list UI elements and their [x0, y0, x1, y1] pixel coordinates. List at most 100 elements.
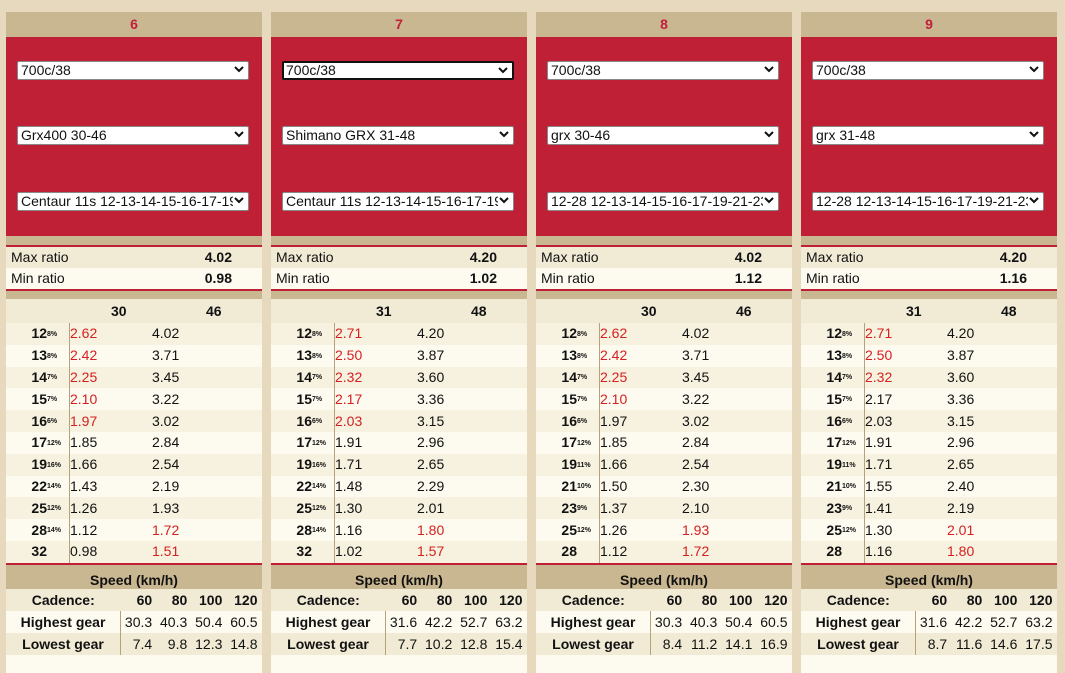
divider	[801, 236, 1057, 245]
ratio-large-ring: 4.20	[417, 325, 445, 342]
ratio-small-ring: 1.66	[600, 456, 628, 473]
table-row: 19 11% 1.71 2.65	[801, 453, 1057, 476]
table-row: Cadence: 60 80 100 120	[6, 588, 262, 611]
chainset-select[interactable]: Grx400 30-46	[17, 126, 249, 145]
chevron-down-icon	[1029, 131, 1039, 138]
step-percent: 12%	[577, 431, 600, 454]
ratio-large-ring: 3.36	[417, 390, 445, 407]
cassette-select[interactable]: 12-28 12-13-14-15-16-17-19-21-23-25-28	[812, 192, 1044, 211]
step-percent: 14%	[47, 475, 70, 498]
min-ratio-label: Min ratio	[541, 270, 595, 286]
ratio-small-ring: 1.30	[865, 521, 893, 538]
lowest-gear-label: Lowest gear	[536, 632, 651, 655]
ratio-large-ring: 2.01	[417, 499, 445, 516]
ratio-small-ring: 2.71	[335, 325, 363, 342]
max-ratio-row: Max ratio 4.02	[536, 247, 792, 268]
cog-teeth: 13	[31, 347, 47, 364]
highest-gear-speed: 63.2	[495, 613, 523, 630]
divider	[536, 291, 792, 299]
chainset-select[interactable]: Shimano GRX 31-48	[282, 126, 514, 145]
cassette-select-value: 12-28 12-13-14-15-16-17-19-21-23-25-28	[816, 193, 1028, 209]
cog-teeth: 25	[296, 499, 312, 516]
table-row: 15 7% 2.17 3.36	[271, 388, 527, 411]
ratio-small-ring: 1.30	[335, 499, 363, 516]
cassette-select[interactable]: Centaur 11s 12-13-14-15-16-17-19-22-25-2…	[282, 192, 514, 211]
step-percent: 11%	[842, 453, 865, 476]
min-ratio-value: 1.12	[734, 270, 762, 286]
ratio-small-ring: 1.66	[70, 456, 98, 473]
chainring-header: 30 46	[536, 299, 792, 323]
table-row: Highest gear 31.6 42.2 52.7 63.2	[801, 610, 1057, 633]
wheel-select[interactable]: 700c/38	[17, 61, 249, 80]
divider	[536, 236, 792, 245]
step-percent: 12%	[312, 497, 335, 520]
chainring-small: 31	[376, 303, 392, 319]
divider	[801, 291, 1057, 299]
cog-teeth: 14	[31, 368, 47, 385]
cassette-select[interactable]: Centaur 11s 12-13-14-15-16-17-19-22-25-2…	[17, 192, 249, 211]
cog-teeth: 28	[296, 521, 312, 538]
setup-column: 6 700c/38 Grx400 30-46 Centaur 11s 12-13-14…	[6, 12, 262, 673]
wheel-select-value: 700c/38	[816, 62, 866, 78]
step-percent: 8%	[47, 344, 70, 367]
ratio-large-ring: 1.72	[682, 543, 710, 560]
chevron-down-icon	[764, 197, 774, 204]
step-percent: 6%	[47, 410, 70, 432]
cog-teeth: 15	[31, 390, 47, 407]
cog-teeth: 17	[296, 434, 312, 451]
table-row: 14 7% 2.32 3.60	[801, 366, 1057, 389]
table-row: 13 8% 2.42 3.71	[536, 344, 792, 367]
ratio-large-ring: 3.22	[682, 390, 710, 407]
lowest-gear-speed: 7.4	[132, 635, 153, 652]
cog-teeth: 14	[561, 368, 577, 385]
cog-teeth: 23	[561, 499, 577, 516]
speed-table: Cadence: 60 80 100 120 Highest gear 30.3 40.3 50…	[536, 588, 792, 655]
step-percent: 7%	[842, 388, 865, 411]
table-row: 25 12% 1.26 1.93	[536, 519, 792, 541]
ratio-large-ring: 2.65	[947, 456, 975, 473]
divider	[271, 236, 527, 245]
lowest-gear-speed: 10.2	[425, 635, 453, 652]
chainset-select-value: Shimano GRX 31-48	[286, 127, 416, 143]
cassette-select[interactable]: 12-28 12-13-14-15-16-17-19-21-23-25-28	[547, 192, 779, 211]
cadence-value: 60	[136, 591, 153, 608]
cog-teeth: 22	[296, 477, 312, 494]
step-percent: 14%	[312, 519, 335, 541]
ratio-large-ring: 3.02	[152, 412, 180, 429]
step-percent	[47, 540, 70, 563]
chainring-large: 46	[736, 303, 752, 319]
step-percent: 7%	[47, 388, 70, 411]
cadence-value: 120	[764, 591, 788, 608]
ratio-small-ring: 1.91	[865, 434, 893, 451]
table-row: Cadence: 60 80 100 120	[536, 588, 792, 611]
ratio-large-ring: 1.72	[152, 521, 180, 538]
cog-teeth: 23	[826, 499, 842, 516]
chainring-header: 30 46	[6, 299, 262, 323]
table-row: 28 1.16 1.80	[801, 540, 1057, 563]
ratio-small-ring: 1.91	[335, 434, 363, 451]
cadence-value: 60	[931, 591, 948, 608]
max-ratio-value: 4.20	[999, 249, 1027, 265]
chainset-select[interactable]: grx 30-46	[547, 126, 779, 145]
ratio-small-ring: 1.85	[70, 434, 98, 451]
cadence-label: Cadence:	[296, 591, 360, 608]
wheel-select[interactable]: 700c/38	[547, 61, 779, 80]
lowest-gear-speed: 14.1	[725, 635, 753, 652]
ratio-large-ring: 3.45	[682, 368, 710, 385]
table-row: 19 11% 1.66 2.54	[536, 453, 792, 476]
ratio-large-ring: 1.93	[152, 499, 180, 516]
ratio-small-ring: 1.02	[335, 543, 363, 560]
cog-teeth: 14	[296, 368, 312, 385]
wheel-select[interactable]: 700c/38	[812, 61, 1044, 80]
chainset-select-value: grx 30-46	[551, 127, 611, 143]
chainring-large: 48	[1001, 303, 1017, 319]
step-percent: 8%	[312, 344, 335, 367]
ratio-small-ring: 2.42	[70, 347, 98, 364]
max-ratio-row: Max ratio 4.20	[801, 247, 1057, 268]
table-row: 14 7% 2.25 3.45	[536, 366, 792, 389]
chainset-select[interactable]: grx 31-48	[812, 126, 1044, 145]
ratio-large-ring: 2.40	[947, 477, 975, 494]
wheel-select[interactable]: 700c/38	[282, 61, 514, 80]
ratio-small-ring: 1.71	[865, 456, 893, 473]
speed-table: Cadence: 60 80 100 120 Highest gear 30.3 40.3 50…	[6, 588, 262, 655]
